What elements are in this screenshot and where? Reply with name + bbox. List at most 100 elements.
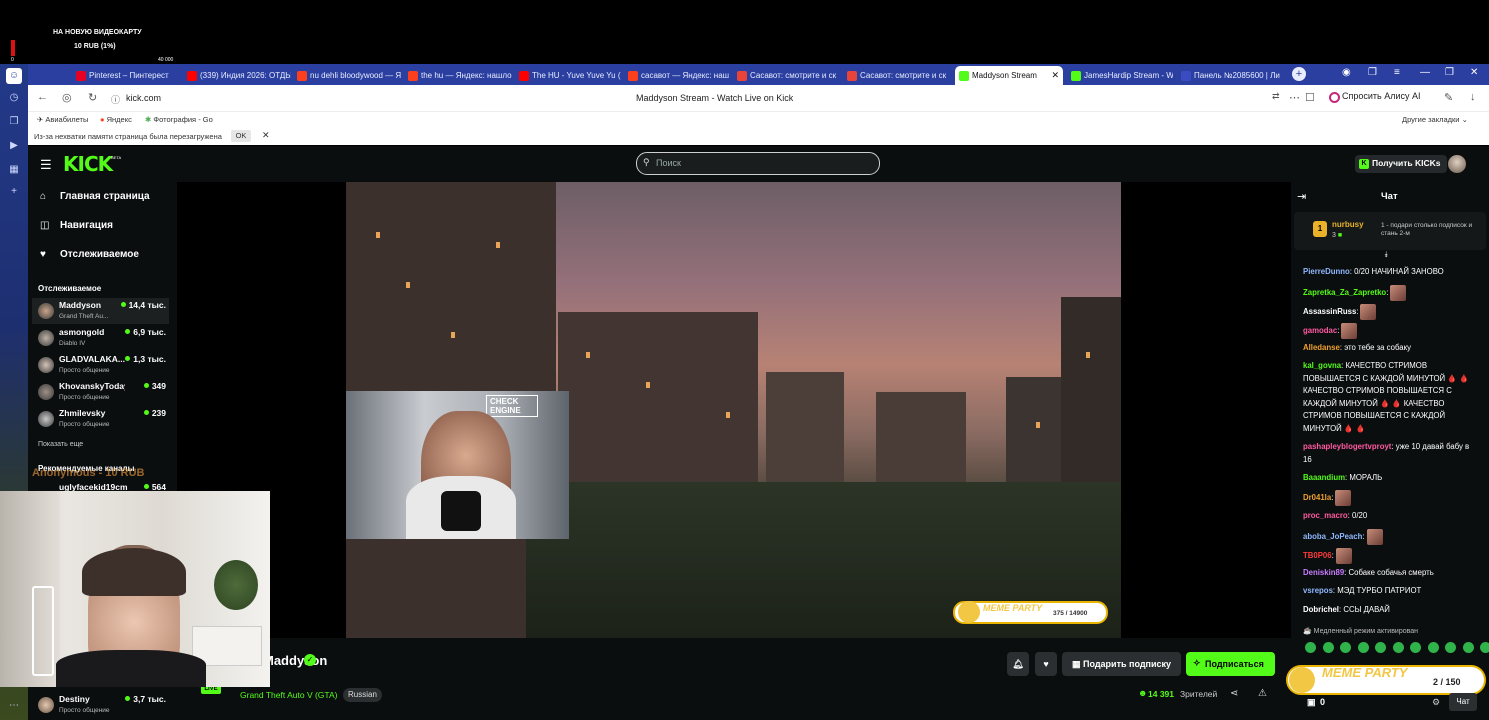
report-icon[interactable]: ⚠	[1258, 688, 1267, 699]
site-info-icon[interactable]: ⓘ	[111, 93, 120, 106]
back-icon[interactable]: ←	[37, 91, 48, 103]
nav-home[interactable]: Главная страница	[60, 191, 150, 202]
translate-icon[interactable]: ⇄	[1272, 91, 1280, 102]
hamburger-menu-icon[interactable]: ☰	[40, 157, 52, 173]
add-icon[interactable]: +	[6, 184, 22, 200]
stream-category[interactable]: Grand Theft Auto V (GTA)	[240, 690, 337, 700]
history-icon[interactable]: ◷	[6, 90, 22, 106]
quick-emote-icon[interactable]	[1375, 642, 1386, 653]
quick-emote-icon[interactable]	[1392, 642, 1404, 653]
chat-username[interactable]: Dobrichel	[1303, 605, 1339, 614]
followed-channel[interactable]: Maddyson Grand Theft Au... 14,4 тыс.	[32, 298, 169, 324]
quick-emote-icon[interactable]	[1410, 642, 1421, 653]
chat-username[interactable]: Baaandium	[1303, 473, 1345, 482]
quick-emote-icon[interactable]	[1445, 642, 1456, 653]
other-bookmarks[interactable]: Другие закладки ⌄	[1402, 115, 1468, 124]
gift-subscription-button[interactable]: ▦ Подарить подписку	[1062, 652, 1181, 676]
chat-username[interactable]: Alledanse	[1303, 343, 1340, 352]
chat-username[interactable]: gamodac	[1303, 326, 1337, 335]
extensions-icon[interactable]: ◉	[1342, 67, 1351, 78]
close-window-icon[interactable]: ✕	[1470, 67, 1478, 78]
settings-icon[interactable]: ⚙	[1432, 697, 1440, 708]
chat-username[interactable]: aboba_JoPeach	[1303, 532, 1362, 541]
quick-emote-icon[interactable]	[1357, 642, 1369, 653]
followed-channel[interactable]: KhovanskyToday Просто общение 349	[32, 379, 169, 405]
minimize-icon[interactable]: —	[1420, 67, 1430, 78]
share-icon[interactable]: ⋖	[1230, 688, 1238, 699]
notice-close-icon[interactable]: ✕	[262, 130, 270, 141]
chat-username[interactable]: vsrepos	[1303, 586, 1333, 595]
notice-ok-button[interactable]: OK	[231, 130, 251, 142]
browser-tab[interactable]: JamesHardip Stream - W	[1067, 66, 1173, 85]
chat-send-button[interactable]: Чат	[1449, 693, 1477, 711]
browser-tab[interactable]: nu dehli bloodywood — Я	[293, 66, 401, 85]
browser-tab[interactable]: the hu — Яндекс: нашло	[404, 66, 512, 85]
chat-username[interactable]: TB0P06	[1303, 551, 1332, 560]
tab-overview-icon[interactable]: ❐	[1368, 67, 1377, 78]
new-tab-button[interactable]: +	[1292, 67, 1306, 81]
bookmark-item[interactable]: ✈ Авиабилеты	[37, 115, 88, 124]
bookmark-item[interactable]: ● Яндекс	[100, 115, 132, 124]
collections-icon[interactable]: ❐	[6, 114, 22, 130]
quick-emote-icon[interactable]	[1322, 642, 1334, 653]
get-kicks-button[interactable]: K Получить KICKs	[1355, 155, 1447, 173]
chat-username[interactable]: PierreDunno	[1303, 267, 1350, 276]
notification-bell-button[interactable]: 🔔︎	[1007, 652, 1029, 676]
collapse-chat-icon[interactable]: ⇥	[1297, 190, 1306, 203]
bookmark-item[interactable]: ✱ Фотография - Go	[145, 115, 213, 124]
quick-emote-icon[interactable]	[1305, 642, 1316, 653]
kicks-balance[interactable]: ▣ 0	[1307, 697, 1325, 707]
followed-channel[interactable]: Zhmilevsky Просто общение 239	[32, 406, 169, 432]
show-more-link[interactable]: Показать еще	[38, 441, 83, 448]
recommended-channel[interactable]: Destiny Просто общение 3,7 тыс.	[32, 692, 169, 718]
browser-tab[interactable]: Maddyson Stream ✕	[955, 66, 1063, 85]
downloads-icon[interactable]: ↓	[1470, 91, 1476, 103]
chat-username[interactable]: kal_govna	[1303, 361, 1341, 370]
shield-icon[interactable]: ◎	[62, 91, 72, 104]
chat-username[interactable]: proc_macro	[1303, 511, 1348, 520]
quick-emote-icon[interactable]	[1480, 642, 1489, 653]
calendar-icon[interactable]: ▦	[6, 162, 22, 178]
quick-emote-icon[interactable]	[1340, 642, 1351, 653]
browser-tab[interactable]: Pinterest – Пинтерест	[72, 66, 180, 85]
chat-username[interactable]: AssassinRuss	[1303, 307, 1356, 316]
chat-username[interactable]: Dr041la	[1303, 493, 1331, 502]
browser-tab[interactable]: The HU - Yuve Yuve Yu (	[515, 66, 621, 85]
followed-section-title: Отслеживаемое	[38, 284, 102, 293]
url-field[interactable]: kick.com	[126, 93, 161, 103]
browser-tab[interactable]: (339) Индия 2026: ОТДЫ	[183, 66, 291, 85]
user-avatar[interactable]	[1448, 155, 1466, 173]
media-icon[interactable]: ▶	[6, 138, 22, 154]
profile-icon[interactable]: ☺	[6, 68, 22, 84]
reload-icon[interactable]: ↻	[88, 91, 97, 104]
nav-following[interactable]: Отслеживаемое	[60, 249, 139, 260]
browser-tab[interactable]: Панель №2085600 | Ли	[1177, 66, 1285, 85]
followed-channel[interactable]: asmongold Diablo IV 6,9 тыс.	[32, 325, 169, 351]
ask-alice-button[interactable]: Спросить Алису AI	[1326, 89, 1427, 106]
follow-heart-button[interactable]: ♥	[1035, 652, 1057, 676]
chat-username[interactable]: Deniskin89	[1303, 568, 1344, 577]
streamer-name[interactable]: Maddyson	[263, 653, 327, 668]
kick-logo[interactable]: KICK	[63, 152, 113, 176]
chat-username[interactable]: pashapleyblogertvproyt	[1303, 442, 1391, 451]
bookmark-icon[interactable]: ☐	[1305, 91, 1315, 104]
maximize-icon[interactable]: ❐	[1445, 67, 1454, 78]
quick-emote-icon[interactable]	[1427, 642, 1439, 653]
pinned-username[interactable]: nurbusy	[1332, 220, 1364, 229]
followed-channel[interactable]: GLADVALAKA... Просто общение 1,3 тыс.	[32, 352, 169, 378]
more-icon[interactable]: ⋯	[6, 698, 22, 714]
browser-tab[interactable]: Сасавот: смотрите и ск	[733, 66, 839, 85]
quick-emote-icon[interactable]	[1462, 642, 1474, 653]
menu-icon[interactable]: ≡	[1394, 67, 1400, 78]
search-input[interactable]: ⚲ Поиск	[636, 152, 880, 175]
browser-tab[interactable]: Сасавот: смотрите и ск	[843, 66, 951, 85]
browser-tab[interactable]: сасавот — Яндекс: наш	[624, 66, 730, 85]
more-options-icon[interactable]: ⋯	[1289, 91, 1300, 104]
subscribe-button[interactable]: ✧ Подписаться	[1186, 652, 1275, 676]
language-tag[interactable]: Russian	[343, 688, 382, 702]
notes-icon[interactable]: ✎	[1444, 91, 1453, 104]
expand-icon[interactable]: ⯯	[1384, 250, 1389, 260]
nav-browse[interactable]: Навигация	[60, 220, 113, 231]
close-tab-icon[interactable]: ✕	[1051, 70, 1059, 81]
chat-username[interactable]: Zapretka_Za_Zapretko	[1303, 288, 1386, 297]
